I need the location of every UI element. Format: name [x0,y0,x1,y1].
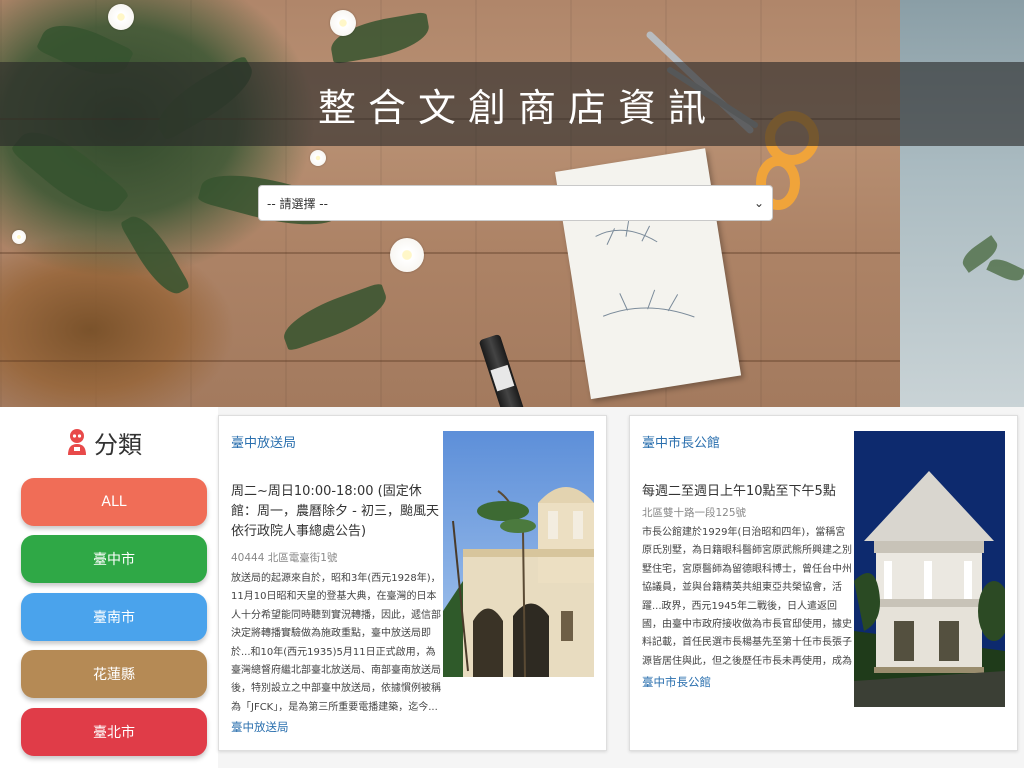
flower-decoration [310,150,326,166]
store-address: 北區雙十路一段125號 [642,507,747,519]
flower-decoration [108,4,134,30]
store-photo[interactable] [443,431,594,677]
category-label: 臺中市 [93,552,135,568]
store-card: 臺中放送局 周二~周日10:00-18:00 (固定休館：周一，農曆除夕 - 初… [218,415,607,751]
store-photo[interactable] [854,431,1005,707]
title-band: 整合文創商店資訊 [0,62,1024,146]
category-button-hualien[interactable]: 花蓮縣 [21,650,207,698]
category-button-taichung[interactable]: 臺中市 [21,535,207,583]
page-title: 整合文創商店資訊 [317,85,718,130]
area-select-dropdown[interactable]: -- 請選擇 -- ⌄ [258,185,773,221]
store-name-link[interactable]: 臺中市長公館 [642,432,720,451]
flower-decoration [12,230,26,244]
leaf-decoration [119,208,191,302]
store-card: 臺中市長公館 每週二至週日上午10點至下午5點 北區雙十路一段125號 市長公館… [629,415,1018,751]
store-hours: 每週二至週日上午10點至下午5點 [642,484,836,499]
flower-decoration [330,10,356,36]
store-hours: 周二~周日10:00-18:00 (固定休館：周一，農曆除夕 - 初三，颱風天依… [231,484,439,539]
store-detail-link[interactable]: 臺中放送局 [231,719,289,735]
leaf-decoration [277,282,393,352]
category-label: ALL [101,494,127,510]
category-button-all[interactable]: ALL [21,478,207,526]
select-current-value: -- 請選擇 -- [267,196,328,211]
store-description: 放送局的起源來自於，昭和3年(西元1928年)，11月10日昭和天皇的登基大典，… [231,573,441,712]
category-button-taipei[interactable]: 臺北市 [21,708,207,756]
wood-plank-line [0,252,900,254]
category-button-tainan[interactable]: 臺南市 [21,593,207,641]
store-description: 市長公館建於1929年(日治昭和四年)，當稱宮原氏別墅，為日籍眼科醫師宮原武熊所… [642,527,852,667]
wood-plank-line [0,360,900,362]
category-label: 臺北市 [93,725,135,741]
store-name-link[interactable]: 臺中放送局 [231,432,296,451]
hero-banner: 整合文創商店資訊 -- 請選擇 -- ⌄ [0,0,1024,407]
category-label: 花蓮縣 [93,667,135,683]
sidebar-title: 分類 [94,430,142,459]
user-icon [68,429,86,455]
marker-pen-decoration [478,333,528,407]
flower-decoration [390,238,424,272]
sidebar-header: 分類 [66,425,142,459]
category-sidebar: 分類 ALL 臺中市 臺南市 花蓮縣 臺北市 [0,407,218,768]
store-detail-link[interactable]: 臺中市長公館 [642,674,711,690]
category-label: 臺南市 [93,610,135,626]
chevron-down-icon: ⌄ [753,196,764,210]
store-address: 40444 北區電臺街1號 [231,552,338,564]
